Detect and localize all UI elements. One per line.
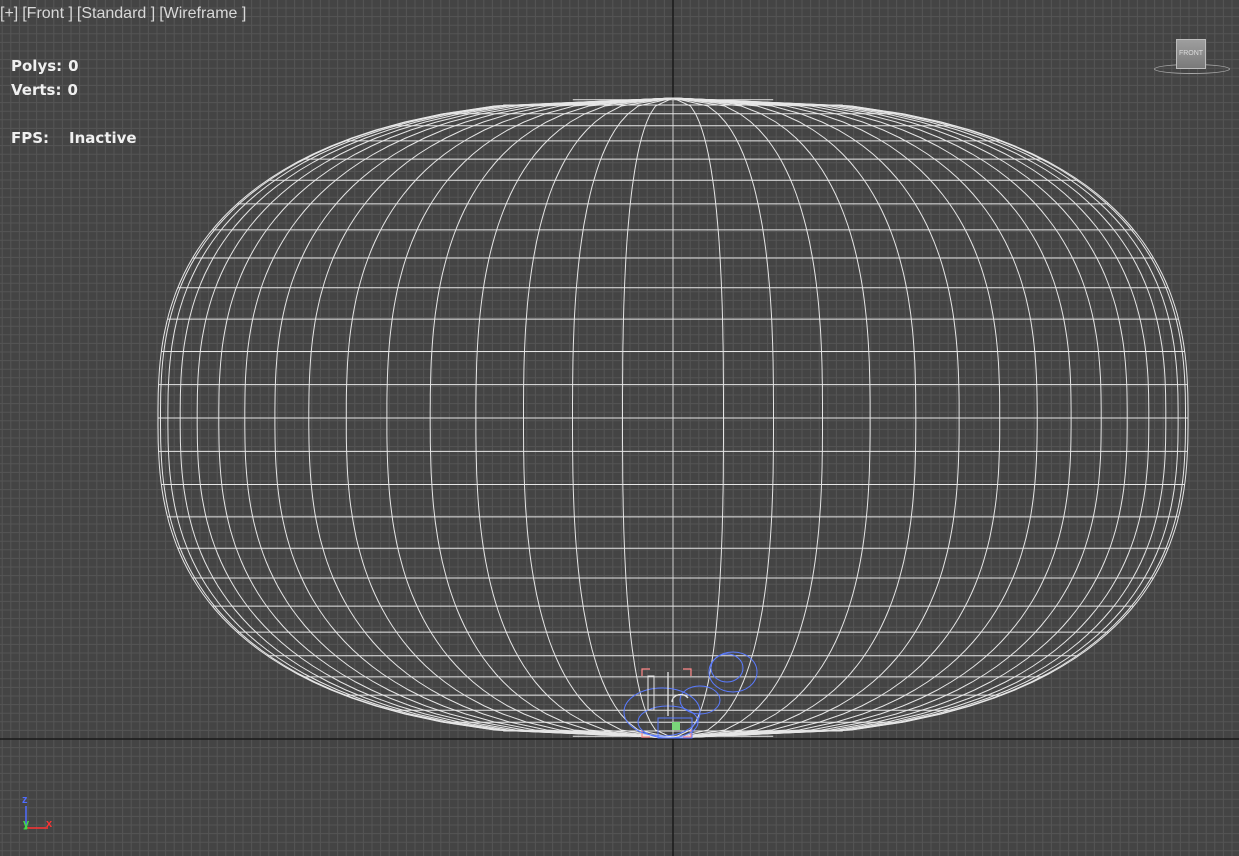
viewport-label-menu: [+] [Front ] [Standard ] [Wireframe ]: [0, 5, 250, 23]
sphere-wireframe[interactable]: [157, 97, 1189, 739]
fps-value: Inactive: [69, 129, 137, 147]
viewcube[interactable]: FRONT: [1154, 36, 1230, 80]
verts-value: 0: [67, 81, 78, 99]
axis-y-label: y: [23, 818, 30, 830]
object-part-shape: [672, 722, 680, 730]
viewcube-front-face[interactable]: FRONT: [1176, 39, 1206, 69]
polys-stat: Polys: 0: [11, 57, 79, 75]
polys-value: 0: [68, 57, 79, 75]
axis-z-label: z: [22, 794, 28, 806]
object-part-shape: [710, 653, 744, 683]
viewport-view-menu[interactable]: [Front ]: [22, 5, 73, 22]
axis-x-label: x: [46, 818, 53, 830]
fps-stat: FPS: Inactive: [11, 129, 137, 147]
fps-label: FPS:: [11, 129, 50, 147]
verts-stat: Verts: 0: [11, 81, 78, 99]
scene-wireframe[interactable]: [0, 0, 1239, 856]
object-part-shape: [647, 675, 655, 711]
axis-tripod: z y x: [15, 792, 65, 837]
verts-label: Verts:: [11, 81, 62, 99]
polys-label: Polys:: [11, 57, 63, 75]
front-viewport[interactable]: [+] [Front ] [Standard ] [Wireframe ] Polys…: [0, 0, 1239, 856]
viewport-shading-preset-menu[interactable]: [Standard ]: [77, 5, 155, 22]
selection-bracket-top: [641, 668, 692, 676]
viewport-plus-menu[interactable]: [+]: [0, 5, 18, 22]
viewport-render-mode-menu[interactable]: [Wireframe ]: [159, 5, 246, 22]
